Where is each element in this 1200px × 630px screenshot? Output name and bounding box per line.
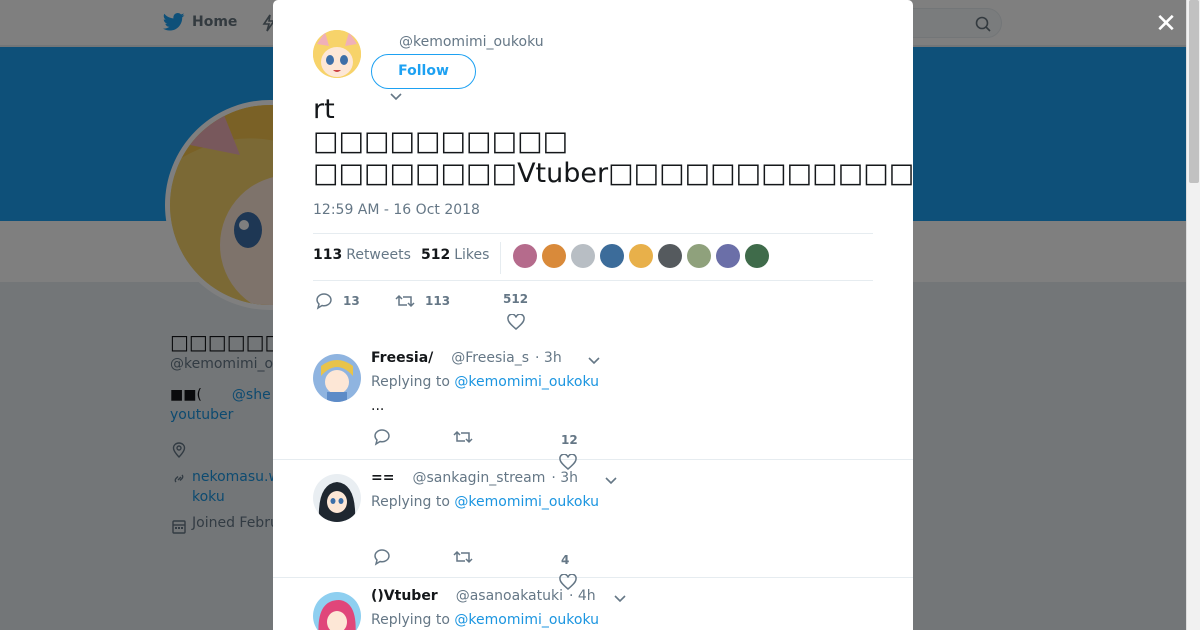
liker-avatar[interactable]	[571, 244, 595, 268]
reply-avatar-art	[313, 592, 361, 630]
reply-icon	[316, 293, 332, 310]
liker-avatar[interactable]	[687, 244, 711, 268]
reply-avatar[interactable]	[313, 354, 361, 402]
close-icon[interactable]: ✕	[1152, 10, 1180, 38]
stats-divider	[500, 242, 501, 274]
replying-to: Replying to @kemomimi_oukoku	[371, 612, 599, 628]
like-count: 512	[503, 292, 529, 306]
tweet-author-handle[interactable]: @kemomimi_oukoku	[399, 34, 544, 50]
like-action[interactable]: 512	[503, 292, 528, 330]
reply-author-handle[interactable]: @sankagin_stream	[412, 470, 545, 486]
tweet-timestamp[interactable]: 12:59 AM - 16 Oct 2018	[313, 202, 480, 218]
reply-author-name[interactable]: ()Vtuber	[371, 588, 438, 604]
liker-avatar[interactable]	[716, 244, 740, 268]
retweets-label: Retweets	[346, 247, 411, 263]
reply-like-count[interactable]: 12	[561, 433, 578, 447]
reply-time[interactable]: · 3h	[535, 350, 562, 366]
retweet-icon[interactable]	[453, 428, 473, 446]
liker-avatar[interactable]	[542, 244, 566, 268]
tweet-stats: 113 Retweets 512 Likes	[313, 233, 873, 281]
reply-author-name[interactable]: Freesia/	[371, 350, 433, 366]
reply-action[interactable]: 13	[315, 292, 360, 310]
reply-text: ...	[371, 398, 385, 414]
tweet-author-avatar[interactable]	[313, 30, 361, 78]
liker-avatar[interactable]	[600, 244, 624, 268]
replying-to-label: Replying to	[371, 494, 450, 510]
replying-to-handle[interactable]: @kemomimi_oukoku	[454, 494, 599, 510]
likes-count: 512	[421, 247, 451, 263]
retweet-icon[interactable]	[453, 548, 473, 566]
tweet-text-line2: □□□□□□□□□□	[313, 126, 569, 157]
chevron-down-icon[interactable]	[587, 356, 601, 366]
retweet-icon	[395, 294, 415, 308]
replying-to-label: Replying to	[371, 374, 450, 390]
reply-time[interactable]: · 4h	[569, 588, 596, 604]
follow-button[interactable]: Follow	[371, 54, 476, 89]
reply-like-count[interactable]: 4	[561, 553, 569, 567]
reply-avatar[interactable]	[313, 474, 361, 522]
reply-item[interactable]: == @sankagin_stream · 3h Replying to @kemo…	[273, 460, 913, 590]
replying-to-handle[interactable]: @kemomimi_oukoku	[454, 612, 599, 628]
replying-to: Replying to @kemomimi_oukoku	[371, 374, 599, 390]
reply-avatar-art	[313, 474, 361, 522]
reply-avatar[interactable]	[313, 592, 361, 630]
likes-label: Likes	[454, 247, 490, 263]
tweet-actions: 13 113 512	[313, 292, 873, 332]
likes-stat[interactable]: 512 Likes	[421, 247, 489, 263]
heart-icon	[506, 314, 525, 330]
reply-count: 13	[343, 294, 360, 308]
scrollbar-thumb[interactable]	[1189, 0, 1199, 183]
tweet-text-line3: □□□□□□□□Vtuber□□□□□□□□□□□□□□□□□□□□□□□□□□	[313, 158, 913, 189]
chevron-down-icon[interactable]	[613, 594, 627, 604]
reply-icon[interactable]	[373, 548, 391, 566]
reply-author-handle[interactable]: @asanoakatuki	[456, 588, 563, 604]
tweet-modal: @kemomimi_oukoku Follow rt □□□□□□□□□□ □□…	[273, 0, 913, 630]
retweet-count: 113	[425, 294, 451, 308]
reply-header: Freesia/ @Freesia_s · 3h	[371, 350, 562, 366]
liker-avatar[interactable]	[745, 244, 769, 268]
tweet-text: rt □□□□□□□□□□ □□□□□□□□Vtuber□□□□□□□□□□□□…	[313, 94, 913, 190]
replying-to-label: Replying to	[371, 612, 450, 628]
reply-item[interactable]: Freesia/ @Freesia_s · 3h Replying to @kemo…	[273, 340, 913, 470]
liker-avatar[interactable]	[513, 244, 537, 268]
reply-item[interactable]: ()Vtuber @asanoakatuki · 4h Replying to @k…	[273, 578, 913, 630]
reply-actions: 4	[371, 548, 671, 590]
reply-avatar-art	[313, 354, 361, 402]
liker-avatars	[513, 244, 769, 268]
tweet-text-line1: rt	[313, 94, 335, 125]
reply-author-name[interactable]: ==	[371, 470, 394, 486]
retweets-count: 113	[313, 247, 343, 263]
reply-actions: 12	[371, 428, 671, 470]
tweet-author-avatar-art	[313, 30, 361, 78]
liker-avatar[interactable]	[658, 244, 682, 268]
reply-header: ()Vtuber @asanoakatuki · 4h	[371, 588, 596, 604]
scrollbar[interactable]	[1186, 0, 1200, 630]
reply-time[interactable]: · 3h	[551, 470, 578, 486]
liker-avatar[interactable]	[629, 244, 653, 268]
retweet-action[interactable]: 113	[395, 292, 450, 310]
reply-icon[interactable]	[373, 428, 391, 446]
chevron-down-icon[interactable]	[604, 476, 618, 486]
replying-to: Replying to @kemomimi_oukoku	[371, 494, 599, 510]
replying-to-handle[interactable]: @kemomimi_oukoku	[454, 374, 599, 390]
reply-header: == @sankagin_stream · 3h	[371, 470, 578, 486]
retweets-stat[interactable]: 113 Retweets	[313, 247, 411, 263]
reply-author-handle[interactable]: @Freesia_s	[451, 350, 529, 366]
